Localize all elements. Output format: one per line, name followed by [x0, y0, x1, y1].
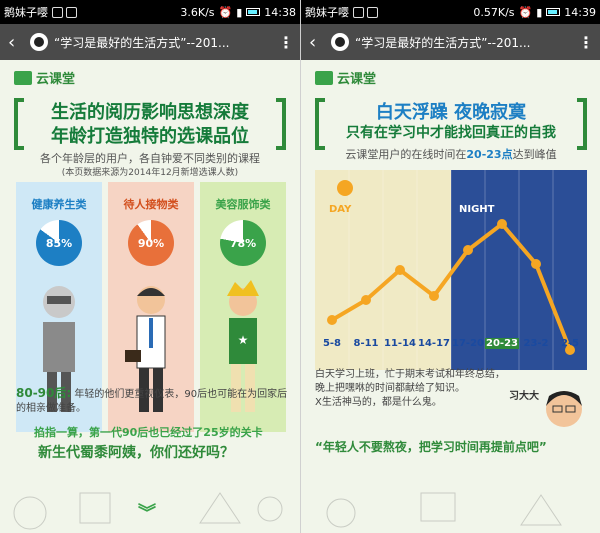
headline-line2: 年龄打造独特的选课品位 — [51, 126, 249, 147]
subtitle-pre: 云课堂用户的在线时间在 — [345, 148, 467, 161]
qq-logo-icon — [331, 33, 349, 51]
signal-icon: ▮ — [236, 5, 243, 19]
body-line1: 白天学习上班，忙于期末考试和年终总结， — [315, 369, 505, 380]
logo-text: 云课堂 — [36, 72, 76, 87]
brand-logo: 云课堂 — [315, 68, 376, 87]
data-point — [531, 259, 541, 269]
headline-line1: 白天浮躁 夜晚寂寞 — [375, 102, 527, 123]
network-speed: 0.57K/s — [473, 5, 515, 19]
scroll-down-chevron-icon[interactable]: ︾ — [138, 499, 156, 525]
day-label: DAY — [329, 204, 352, 215]
night-label: NIGHT — [459, 204, 495, 215]
title-bar: ‹ “学习是最好的生活方式”--201... ⋮ — [301, 24, 600, 60]
category-label: 美容服饰类 — [215, 198, 271, 211]
pie-health: 85% — [36, 220, 82, 266]
headline-line1: 生活的阅历影响思想深度 — [51, 102, 249, 123]
back-chevron-icon[interactable]: ‹ — [309, 32, 325, 53]
svg-text:★: ★ — [238, 333, 249, 347]
alarm-icon: ⏰ — [218, 5, 233, 19]
pie-beauty: 78% — [220, 220, 266, 266]
pie-percent: 90% — [137, 236, 165, 250]
x-axis-labels: 5-8 8-11 11-14 14-17 17-20 20-23 23-2 2-5 — [313, 338, 589, 356]
app-icon — [367, 6, 378, 18]
x-tick-label: 23-2 — [523, 338, 549, 349]
left-screen: 鹅妹子嘤 3.6K/s ⏰ ▮ 14:38 ‹ “学习是最好的生活方式”--20… — [0, 0, 300, 533]
x-tick-label: 8-11 — [353, 338, 379, 349]
x-tick-label: 5-8 — [322, 338, 342, 349]
x-tick-label: 17-20 — [452, 338, 484, 349]
source-note: (本页数据来源为2014年12月新增选课人数) — [61, 168, 239, 178]
data-point — [327, 315, 337, 325]
clock: 14:38 — [264, 5, 296, 19]
logo-mark-icon — [315, 70, 333, 85]
character-avatar — [546, 391, 582, 427]
quote-text: “年轻人不要熬夜，把学习时间再提前点吧” — [315, 440, 547, 454]
more-menu-icon[interactable]: ⋮ — [278, 33, 294, 52]
x-tick-label: 2-5 — [560, 338, 580, 349]
back-chevron-icon[interactable]: ‹ — [8, 32, 24, 53]
highlight-line2: 新生代蜀黍阿姨，你们还好吗？ — [38, 445, 234, 461]
signal-icon: ▮ — [536, 5, 543, 19]
title-bar: ‹ “学习是最好的生活方式”--201... ⋮ — [0, 24, 300, 60]
description-paragraph: 80-90后: 年轻的他们更重视仪表，90后也可能在为回家后的相亲做准备。 — [16, 386, 288, 416]
subtitle-post: 达到峰值 — [512, 148, 557, 161]
category-label: 待人接物类 — [123, 198, 179, 211]
brand-logo: 云课堂 — [14, 68, 75, 87]
battery-icon — [546, 8, 561, 16]
clock: 14:39 — [564, 5, 596, 19]
page-title: “学习是最好的生活方式”--201... — [355, 35, 531, 50]
status-bar: 鹅妹子嘤 0.57K/s ⏰ ▮ 14:39 — [301, 0, 600, 24]
pie-social: 90% — [128, 220, 174, 266]
app-icon — [66, 6, 77, 18]
subtitle: 各个年龄层的用户，各自钟爱不同类别的课程 — [40, 152, 260, 165]
x-tick-label: 20-23 — [485, 338, 519, 349]
subtitle: 云课堂用户的在线时间在20-23点达到峰值 — [315, 146, 587, 162]
data-point — [463, 245, 473, 255]
alarm-icon: ⏰ — [518, 5, 533, 19]
page-title: “学习是最好的生活方式”--201... — [54, 35, 230, 50]
infographic-content: 云课堂 白天浮躁 夜晚寂寞 只有在学习中才能找回真正的自我 云课堂用户的在线时间… — [301, 60, 600, 533]
subtitle-highlight: 20-23点 — [466, 148, 513, 161]
data-point — [361, 295, 371, 305]
x-tick-label: 11-14 — [384, 338, 416, 349]
character-name: 习大大 — [509, 391, 539, 402]
logo-text: 云课堂 — [337, 72, 377, 87]
data-point — [429, 291, 439, 301]
pie-percent: 85% — [45, 236, 73, 250]
highlight-line1: 掐指一算，第一代90后也已经过了25岁的关卡 — [34, 426, 263, 439]
more-menu-icon[interactable]: ⋮ — [578, 33, 594, 52]
x-tick-label: 14-17 — [418, 338, 450, 349]
carrier-label: 鹅妹子嘤 — [305, 6, 349, 19]
battery-icon — [246, 8, 261, 16]
sun-icon — [337, 180, 353, 196]
image-icon — [353, 6, 364, 18]
carrier-label: 鹅妹子嘤 — [4, 6, 48, 19]
data-point — [395, 265, 405, 275]
pie-percent: 78% — [229, 236, 257, 250]
qq-logo-icon — [30, 33, 48, 51]
right-screen: 鹅妹子嘤 0.57K/s ⏰ ▮ 14:39 ‹ “学习是最好的生活方式”--2… — [300, 0, 600, 533]
network-speed: 3.6K/s — [180, 5, 215, 19]
age-group-label: 80-90后: — [16, 386, 72, 400]
doodle-background — [326, 492, 562, 528]
logo-mark-icon — [14, 70, 32, 85]
image-icon — [52, 6, 63, 18]
infographic-content: 云课堂 生活的阅历影响思想深度 年龄打造独特的选课品位 各个年龄层的用户，各自钟… — [0, 60, 300, 533]
headline-line2: 只有在学习中才能找回真正的自我 — [346, 125, 556, 141]
category-label: 健康养生类 — [31, 198, 87, 211]
data-point — [497, 219, 507, 229]
status-bar: 鹅妹子嘤 3.6K/s ⏰ ▮ 14:38 — [0, 0, 300, 24]
